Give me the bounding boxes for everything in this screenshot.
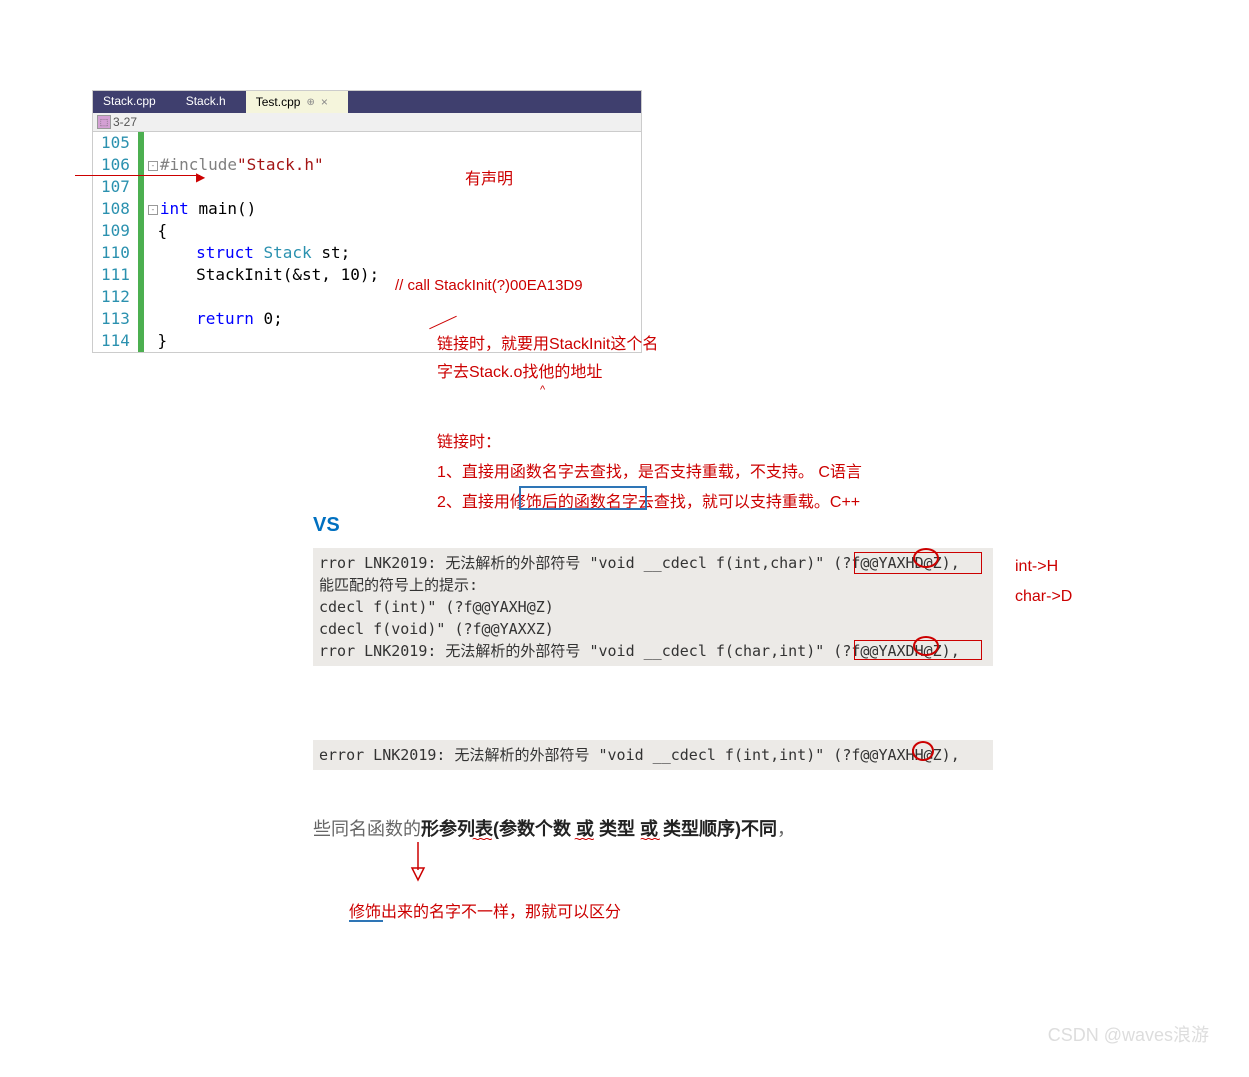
arrow-down-icon [408, 842, 428, 882]
arrow-head-icon: ▶ [196, 170, 205, 184]
line-num: 111 [101, 264, 130, 286]
vs-label: VS [313, 514, 340, 537]
tab-bar: Stack.cpp Stack.h Test.cpp ⊕ × [93, 91, 641, 113]
highlight-box-decorated-name [519, 486, 647, 510]
circle-hd [913, 548, 939, 568]
collapse-icon[interactable]: - [148, 161, 158, 171]
watermark: CSDN @waves浪游 [1048, 1021, 1209, 1047]
line-num: 109 [101, 220, 130, 242]
rule-prefix: 些同名函数的 [313, 819, 421, 839]
annotation-has-declaration: 有声明 [465, 165, 513, 189]
caret-icon: ^ [540, 384, 545, 396]
annotation-decorate: 修饰出来的名字不一样，那就可以区分 [349, 898, 621, 922]
annotation-type-char: char->D [1015, 588, 1072, 606]
annotation-link-note1: 链接时，就要用StackInit这个名 [437, 330, 658, 354]
error-line: 能匹配的符号上的提示: [319, 574, 987, 596]
annotation-link-rule2: 2、直接用修饰后的函数名字去查找，就可以支持重载。C++ [437, 488, 860, 512]
annotation-type-int: int->H [1015, 558, 1058, 576]
wavy-underline-3: ~~~ [640, 831, 659, 847]
circle-hh [912, 741, 934, 761]
arrow-to-include [75, 175, 200, 176]
annotation-link-header: 链接时： [437, 428, 501, 452]
error-output-2: error LNK2019: 无法解析的外部符号 "void __cdecl f… [313, 740, 993, 770]
code-editor-window: Stack.cpp Stack.h Test.cpp ⊕ × ⬚ 3-27 10… [92, 90, 642, 353]
line-num: 105 [101, 132, 130, 154]
wavy-underline-1: ~~~ [472, 831, 491, 847]
error-line: cdecl f(void)" (?f@@YAXXZ) [319, 618, 987, 640]
error-line: cdecl f(int)" (?f@@YAXH@Z) [319, 596, 987, 618]
circle-dh [913, 636, 939, 656]
annotation-link-rule1: 1、直接用函数名字去查找，是否支持重载，不支持。 C语言 [437, 458, 862, 482]
tab-stack-h[interactable]: Stack.h [176, 91, 246, 113]
pin-icon[interactable]: ⊕ [306, 97, 314, 108]
error-line: error LNK2019: 无法解析的外部符号 "void __cdecl f… [319, 744, 987, 766]
line-num: 112 [101, 286, 130, 308]
nav-bar[interactable]: ⬚ 3-27 [93, 113, 641, 132]
line-num: 113 [101, 308, 130, 330]
annotation-call-comment: // call StackInit(?)00EA13D9 [395, 277, 583, 294]
line-num: 106 [101, 154, 130, 176]
tab-test-cpp[interactable]: Test.cpp ⊕ × [246, 91, 348, 113]
project-icon: ⬚ [97, 115, 111, 129]
line-gutter: 105 106 107 108 109 110 111 112 113 114 [93, 132, 138, 352]
line-num: 108 [101, 198, 130, 220]
close-icon[interactable]: × [321, 95, 328, 109]
line-num: 114 [101, 330, 130, 352]
rule-suffix: ， [777, 819, 795, 839]
collapse-icon[interactable]: - [148, 205, 158, 215]
tab-label: Test.cpp [256, 95, 301, 109]
code-content[interactable]: -#include"Stack.h" -int main() { struct … [144, 132, 641, 352]
wavy-underline-2: ~~~ [574, 831, 593, 847]
annotation-link-note2: 字去Stack.o找他的地址 [437, 358, 602, 382]
code-area[interactable]: 105 106 107 108 109 110 111 112 113 114 … [93, 132, 641, 352]
rule-text: 些同名函数的形参列表(参数个数 或 类型 或 类型顺序)不同， [313, 815, 795, 841]
nav-project: 3-27 [113, 115, 137, 129]
line-num: 110 [101, 242, 130, 264]
underline-decorate [349, 920, 383, 922]
tab-stack-cpp[interactable]: Stack.cpp [93, 91, 176, 113]
line-num: 107 [101, 176, 130, 198]
